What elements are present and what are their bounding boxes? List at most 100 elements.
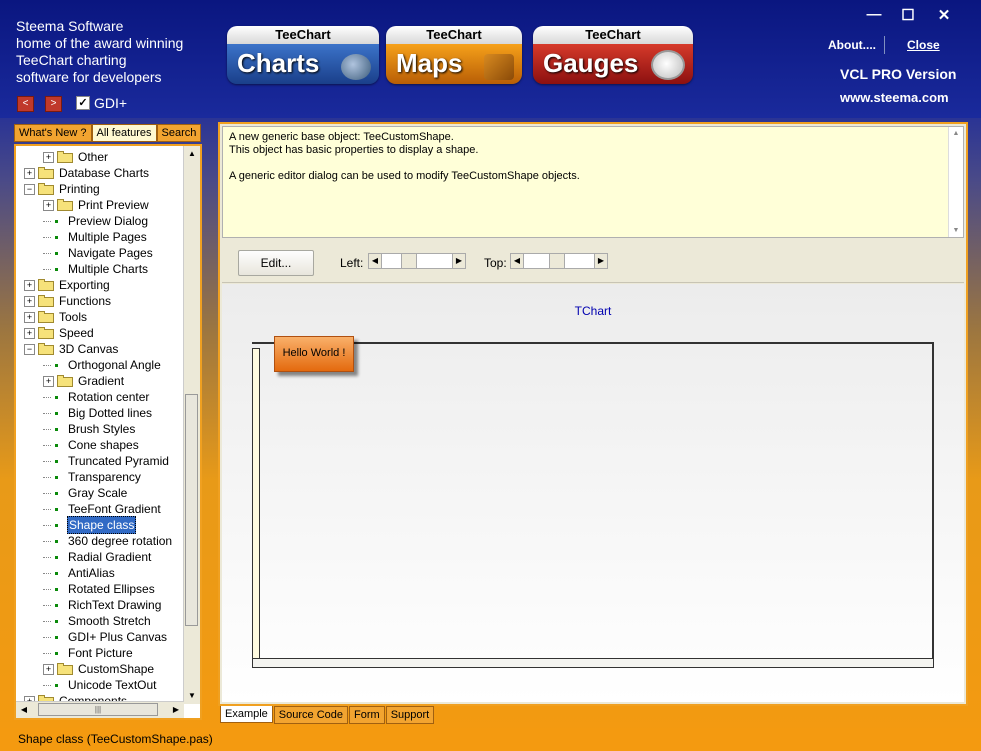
about-link[interactable]: About.... — [828, 38, 876, 52]
website-label[interactable]: www.steema.com — [840, 90, 949, 105]
folder-icon — [38, 295, 54, 307]
expand-icon[interactable]: + — [43, 199, 54, 211]
tab-support[interactable]: Support — [385, 706, 435, 724]
arrow-left-icon[interactable]: ◀ — [511, 254, 524, 268]
teechart-maps-logo-button[interactable]: TeeChart Maps — [386, 26, 522, 84]
top-slider[interactable]: ◀ ▶ — [510, 253, 608, 269]
tree-connector — [43, 220, 51, 222]
tree-item[interactable]: Transparency — [43, 469, 142, 485]
close-link[interactable]: Close — [907, 38, 940, 52]
folder-icon — [38, 279, 54, 291]
scroll-thumb[interactable]: ||| — [38, 703, 158, 716]
folder-icon — [38, 327, 54, 339]
collapse-icon[interactable]: − — [24, 183, 35, 195]
scroll-thumb[interactable] — [185, 394, 198, 626]
tree-item[interactable]: Unicode TextOut — [43, 677, 158, 693]
expand-icon[interactable]: + — [43, 663, 54, 675]
expand-icon[interactable]: + — [43, 375, 54, 387]
edit-button[interactable]: Edit... — [238, 250, 314, 276]
tree-item[interactable]: Truncated Pyramid — [43, 453, 170, 469]
scroll-down-icon[interactable]: ▼ — [184, 688, 200, 704]
tree-folder[interactable]: − 3D Canvas — [24, 341, 119, 357]
custom-shape[interactable]: Hello World ! — [274, 336, 354, 372]
tree-item[interactable]: Font Picture — [43, 645, 134, 661]
tree-item[interactable]: AntiAlias — [43, 565, 116, 581]
tab-search[interactable]: Search — [156, 124, 202, 142]
tree-folder[interactable]: − Printing — [24, 181, 101, 197]
tree-vertical-scrollbar[interactable]: ▲ ▼ — [183, 146, 200, 704]
tree-folder[interactable]: + Tools — [24, 309, 88, 325]
tree-item[interactable]: TeeFont Gradient — [43, 501, 162, 517]
tab-whats-new[interactable]: What's New ? — [14, 124, 92, 142]
tree-folder[interactable]: + Functions — [24, 293, 112, 309]
status-bar: Shape class (TeeCustomShape.pas) — [0, 728, 981, 751]
expand-icon[interactable]: + — [24, 311, 35, 323]
expand-icon[interactable]: + — [24, 295, 35, 307]
tree-item[interactable]: Shape class — [43, 516, 137, 534]
tree-item[interactable]: Rotation center — [43, 389, 150, 405]
scroll-right-icon[interactable]: ▶ — [168, 702, 184, 718]
tab-form[interactable]: Form — [349, 706, 385, 724]
expand-icon[interactable]: + — [24, 327, 35, 339]
tree-folder[interactable]: + Other — [43, 149, 109, 165]
tree-folder[interactable]: + CustomShape — [43, 661, 155, 677]
tree-folder[interactable]: + Gradient — [43, 373, 125, 389]
feature-tree[interactable]: +ComponentsUnicode TextOut+CustomShapeFo… — [14, 144, 202, 720]
tab-all-features[interactable]: All features — [91, 124, 157, 142]
tree-folder[interactable]: + Speed — [24, 325, 95, 341]
tree-item-label: Exporting — [59, 278, 110, 292]
tree-item[interactable]: Multiple Charts — [43, 261, 149, 277]
tree-item[interactable]: Cone shapes — [43, 437, 140, 453]
expand-icon[interactable]: + — [24, 279, 35, 291]
arrow-right-icon[interactable]: ▶ — [452, 254, 465, 268]
tree-horizontal-scrollbar[interactable]: ◀ ||| ▶ — [16, 701, 184, 718]
nav-prev-button[interactable]: < — [17, 96, 34, 112]
tree-connector — [43, 412, 51, 414]
scroll-up-icon[interactable]: ▲ — [184, 146, 200, 162]
scroll-left-icon[interactable]: ◀ — [16, 702, 32, 718]
tree-folder[interactable]: + Database Charts — [24, 165, 150, 181]
tree-item[interactable]: GDI+ Plus Canvas — [43, 629, 168, 645]
tree-item-label: Multiple Charts — [68, 262, 149, 276]
slider-thumb[interactable] — [401, 254, 417, 268]
tree-item-label: GDI+ Plus Canvas — [68, 630, 168, 644]
tree-item[interactable]: Multiple Pages — [43, 229, 148, 245]
tab-example[interactable]: Example — [220, 706, 273, 723]
minimize-button[interactable]: — — [864, 6, 884, 23]
nav-next-button[interactable]: > — [45, 96, 62, 112]
tree-item[interactable]: 360 degree rotation — [43, 533, 173, 549]
scroll-down-icon[interactable]: ▼ — [949, 224, 963, 237]
bullet-icon — [55, 443, 58, 447]
tree-item[interactable]: Rotated Ellipses — [43, 581, 156, 597]
scroll-up-icon[interactable]: ▲ — [949, 127, 963, 140]
maximize-button[interactable]: ☐ — [898, 6, 918, 24]
tab-source-code[interactable]: Source Code — [273, 706, 349, 724]
arrow-right-icon[interactable]: ▶ — [594, 254, 607, 268]
tree-folder[interactable]: + Print Preview — [43, 197, 150, 213]
left-slider[interactable]: ◀ ▶ — [368, 253, 466, 269]
gdi-plus-checkbox[interactable]: ✓ GDI+ — [76, 95, 127, 111]
tree-item[interactable]: Radial Gradient — [43, 549, 152, 565]
description-scrollbar[interactable]: ▲ ▼ — [948, 127, 963, 237]
tree-item[interactable]: Gray Scale — [43, 485, 128, 501]
tree-item[interactable]: Big Dotted lines — [43, 405, 153, 421]
tree-folder[interactable]: + Exporting — [24, 277, 111, 293]
tree-item[interactable]: Brush Styles — [43, 421, 136, 437]
expand-icon[interactable]: + — [24, 167, 35, 179]
tree-item[interactable]: Preview Dialog — [43, 213, 149, 229]
expand-icon[interactable]: + — [43, 151, 54, 163]
window-close-button[interactable]: ✕ — [934, 6, 954, 24]
collapse-icon[interactable]: − — [24, 343, 35, 355]
tree-item[interactable]: Navigate Pages — [43, 245, 154, 261]
tree-item[interactable]: Smooth Stretch — [43, 613, 152, 629]
logo-brand: TeeChart — [227, 26, 379, 44]
tree-item[interactable]: Orthogonal Angle — [43, 357, 162, 373]
teechart-charts-logo-button[interactable]: TeeChart Charts — [227, 26, 379, 84]
tree-item[interactable]: RichText Drawing — [43, 597, 162, 613]
tchart-canvas[interactable]: TChart Hello World ! — [222, 284, 964, 702]
bullet-icon — [55, 539, 58, 543]
slider-thumb[interactable] — [549, 254, 565, 268]
teechart-gauges-logo-button[interactable]: TeeChart Gauges — [533, 26, 693, 84]
link-divider — [884, 36, 885, 54]
arrow-left-icon[interactable]: ◀ — [369, 254, 382, 268]
